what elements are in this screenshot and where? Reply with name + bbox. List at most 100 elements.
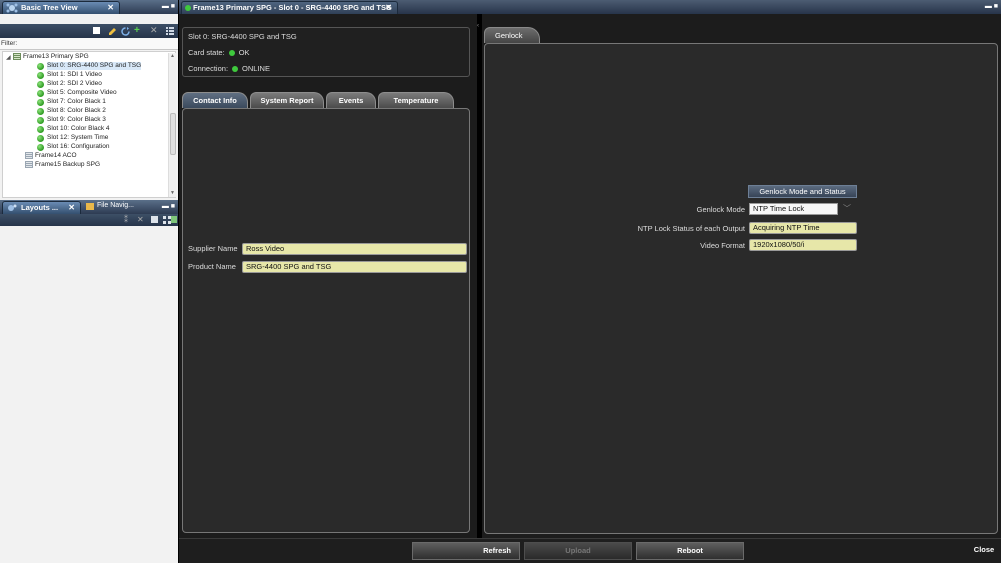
layouts-panel-titlebar: Layouts ... ✕ File Navig... ▬ ■ [0,200,178,214]
tab-device-editor[interactable]: Frame13 Primary SPG - Slot 0 - SRG-4400 … [181,1,398,14]
genlock-mode-label: Genlock Mode [696,205,745,214]
status-dot-icon [37,116,44,124]
tab-layouts[interactable]: Layouts ... ✕ [2,201,81,214]
tab-basic-tree-view[interactable]: Basic Tree View ✕ [2,1,120,14]
tab-file-navigator[interactable]: File Navig... [86,202,134,210]
tree-node-label: Slot 0: SRG-4400 SPG and TSG [47,62,142,70]
tree-panel-tab-title: Basic Tree View [21,3,78,12]
status-dot-icon [37,80,44,88]
tree-panel-titlebar: Basic Tree View ✕ ▬ ■ [0,0,178,14]
grid-icon[interactable] [163,216,171,224]
connection-row: Connection: ONLINE [188,64,270,73]
status-ok-icon [228,49,235,56]
window-icon[interactable] [151,216,158,223]
status-dot-icon [37,125,44,133]
tree-node-label: Slot 7: Color Black 1 [47,98,106,105]
new-layout-icon[interactable] [171,216,177,223]
tree-node-label: Slot 1: SDI 1 Video [47,71,102,78]
refresh-button[interactable]: Refresh [412,542,520,560]
collapse-arrow-icon[interactable]: ◢ [6,54,11,61]
tab-genlock[interactable]: Genlock [484,27,540,43]
refresh-icon[interactable] [121,27,130,36]
close-icon[interactable]: ✕ [107,2,114,14]
video-format-label: Video Format [700,241,745,250]
chevron-down-icon[interactable]: ﹀ [841,204,853,214]
status-dot-icon [37,143,44,151]
ntp-lock-status-label: NTP Lock Status of each Output [637,224,745,233]
device-status-box: Slot 0: SRG-4400 SPG and TSG Card state:… [182,27,470,77]
status-dot-icon [37,98,44,106]
scrollbar-thumb[interactable] [170,113,176,155]
card-state-label: Card state: [188,48,225,57]
ntp-lock-status-field: Acquiring NTP Time [749,222,857,234]
connection-label: Connection: [188,64,229,73]
filter-label: Filter: [1,40,18,47]
card-state-value: OK [238,48,250,57]
main-titlebar: Frame13 Primary SPG - Slot 0 - SRG-4400 … [179,0,1001,14]
frame-icon [25,161,33,168]
frame-icon [13,53,21,60]
layouts-toolbar: ⁑ ✕ [0,214,178,226]
tree-node-label: Slot 8: Color Black 2 [47,107,106,114]
slot-title: Slot 0: SRG-4400 SPG and TSG [188,32,297,41]
layouts-tab-title: Layouts ... [21,203,59,212]
layouts-icon [6,204,17,213]
minimize-maximize-icon[interactable]: ▬ ■ [162,203,175,210]
tab-temperature[interactable]: Temperature [378,92,454,108]
add-icon[interactable]: + [134,25,142,36]
delete-icon[interactable]: ✕ [150,25,158,35]
tree-node-label: Slot 2: SDI 2 Video [47,80,102,87]
tree-node-label: Frame14 ACO [35,152,77,159]
list-view-icon[interactable] [166,27,174,35]
status-dot-icon [37,107,44,115]
tab-events[interactable]: Events [326,92,376,108]
genlock-mode-value[interactable]: NTP Time Lock [749,203,838,215]
status-dot-icon [37,71,44,79]
splitter-arrow-icon[interactable]: ‹ [477,23,479,29]
close-icon[interactable]: ✕ [68,202,75,214]
tree-view-icon [6,3,18,13]
tab-contact-info[interactable]: Contact Info [182,92,248,108]
file-navigator-tab-title: File Navig... [97,202,134,209]
tree-node-label: Frame15 Backup SPG [35,161,101,168]
status-online-icon [232,65,239,72]
card-state-row: Card state: OK [188,48,250,57]
genlock-panel [484,43,998,534]
status-dot-icon [37,89,44,97]
close-icon[interactable]: ✕ [385,2,392,14]
status-dot-icon [185,5,191,11]
supplier-name-field[interactable]: Ross Video [242,243,467,255]
genlock-section-title: Genlock Mode and Status [748,185,857,198]
tree-toolbar: + ✕ [0,24,178,38]
upload-button[interactable]: Upload [524,542,632,560]
save-icon[interactable] [93,27,100,34]
close-button[interactable]: Close [968,542,1000,560]
minimize-maximize-icon[interactable]: ▬ ■ [162,3,175,10]
filter-field[interactable]: Filter: [0,38,178,50]
tree-node-label: Slot 16: Configuration [47,143,110,150]
connection-value: ONLINE [242,64,270,73]
tree-node-label: Frame13 Primary SPG [23,53,89,60]
reboot-button[interactable]: Reboot [636,542,744,560]
contact-info-panel [182,108,470,533]
product-name-label: Product Name [188,262,236,271]
tree-node-label: Slot 10: Color Black 4 [47,125,110,132]
tree-node-label: Slot 5: Composite Video [47,89,117,96]
supplier-name-label: Supplier Name [188,244,238,253]
tree-scrollbar[interactable]: ▲ ▼ [168,53,176,197]
tree-node-label: Slot 9: Color Black 3 [47,116,106,123]
tab-system-report[interactable]: System Report [250,92,324,108]
product-name-field[interactable]: SRG-4400 SPG and TSG [242,261,467,273]
status-dot-icon [37,134,44,142]
scroll-up-icon[interactable]: ▲ [170,53,175,59]
edit-icon[interactable] [108,27,116,35]
delete-icon[interactable]: ✕ [137,215,145,224]
video-format-field: 1920x1080/50/i [749,239,857,251]
minimize-maximize-icon[interactable]: ▬ ■ [985,3,998,10]
status-dot-icon [37,62,44,70]
genlock-mode-select[interactable]: NTP Time Lock ﹀ [749,203,857,215]
left-pane: Basic Tree View ✕ ▬ ■ + ✕ Filter: ◢ Fram… [0,0,178,563]
scroll-down-icon[interactable]: ▼ [170,190,175,196]
pin-icon[interactable]: ⁑ [124,215,132,224]
device-editor-tab-title: Frame13 Primary SPG - Slot 0 - SRG-4400 … [193,3,392,12]
